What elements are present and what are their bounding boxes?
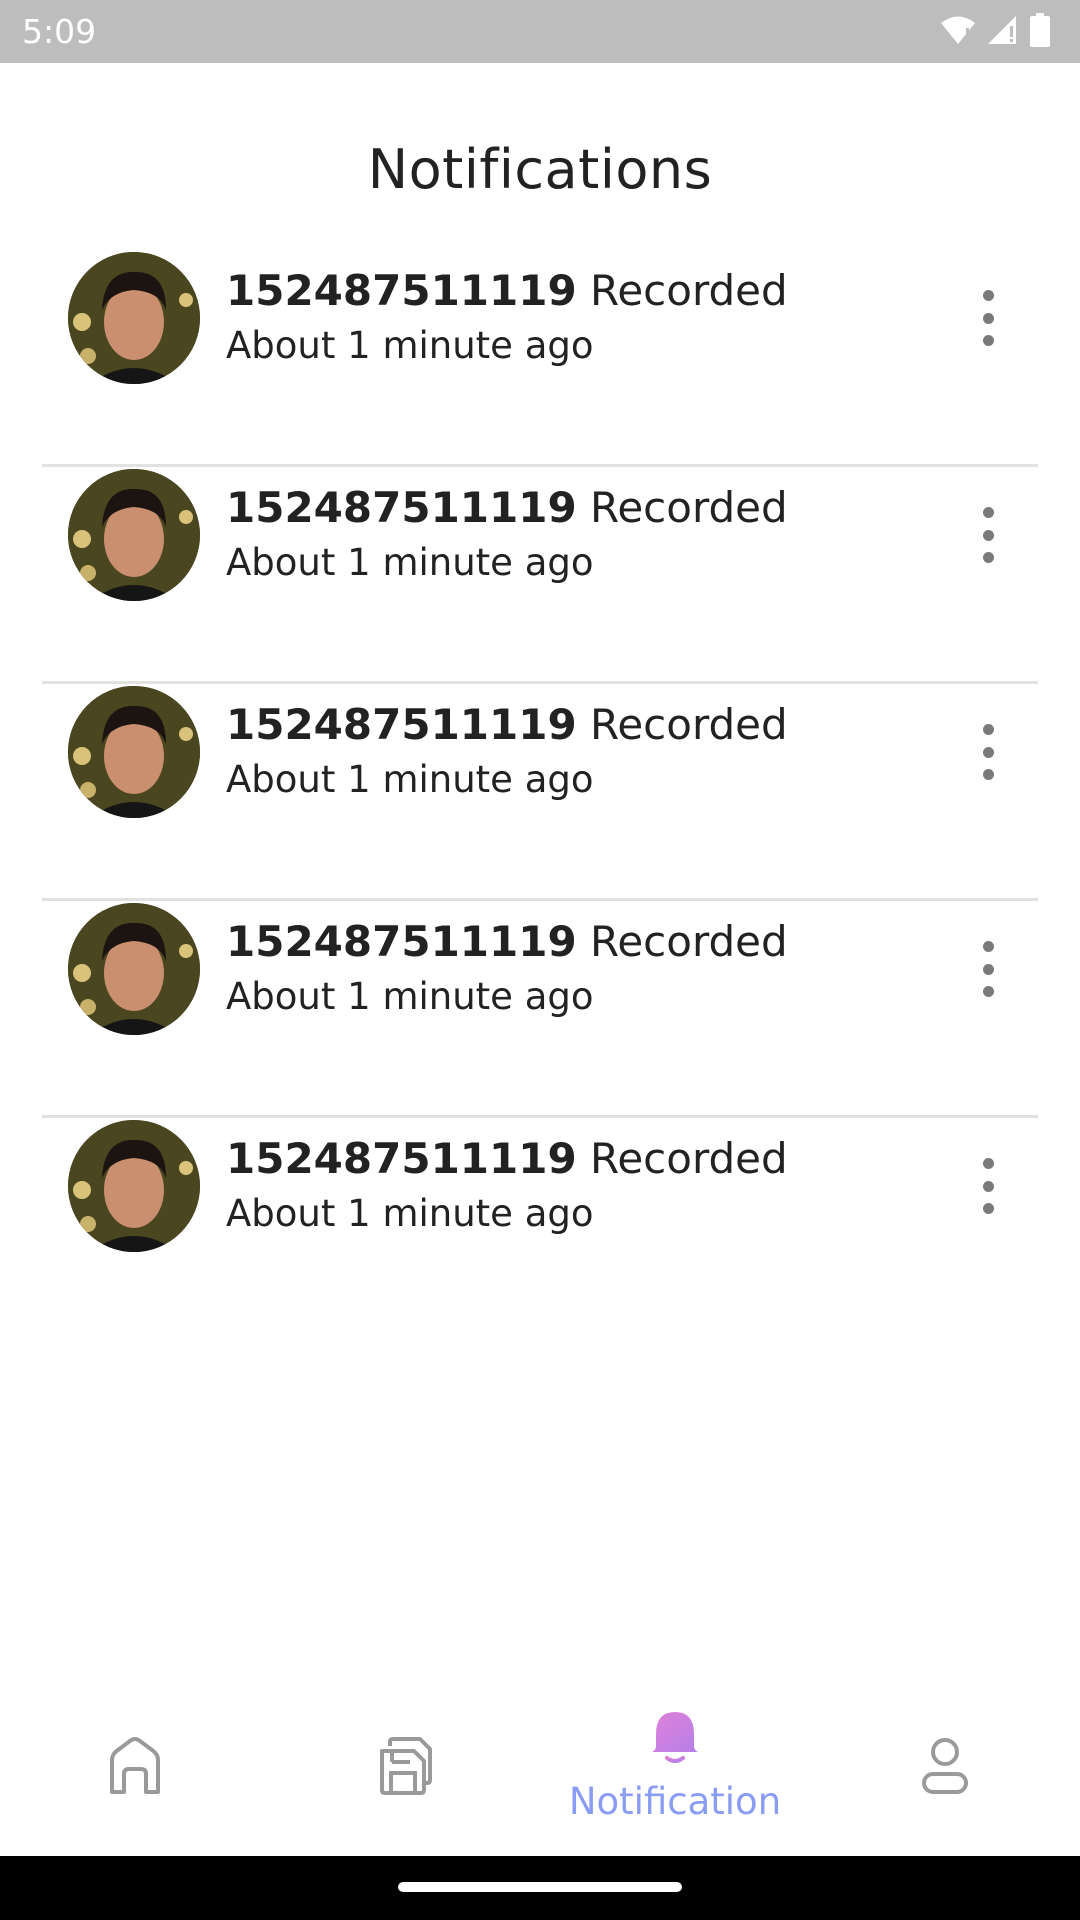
- notification-item[interactable]: 152487511119 Recorded About 1 minute ago: [42, 250, 1038, 467]
- nav-notification-label: Notification: [568, 1780, 782, 1823]
- notification-list: 152487511119 Recorded About 1 minute ago…: [42, 250, 1038, 1332]
- avatar: [68, 903, 200, 1035]
- status-time: 5:09: [22, 12, 97, 51]
- nav-home[interactable]: [0, 1700, 270, 1856]
- record-number: 152487511119: [226, 700, 577, 749]
- avatar: [68, 469, 200, 601]
- nav-profile[interactable]: [810, 1700, 1080, 1856]
- more-options-icon[interactable]: [976, 724, 1000, 780]
- avatar: [68, 252, 200, 384]
- signal-icon: [988, 16, 1016, 44]
- record-number: 152487511119: [226, 1134, 577, 1183]
- notification-time: About 1 minute ago: [226, 1192, 594, 1235]
- system-navigation-bar: [0, 1856, 1080, 1920]
- notification-title: 152487511119 Recorded: [226, 1134, 788, 1183]
- page-title: Notifications: [367, 138, 713, 201]
- notification-action: Recorded: [590, 266, 788, 315]
- notification-action: Recorded: [590, 483, 788, 532]
- notification-time: About 1 minute ago: [226, 758, 594, 801]
- notification-action: Recorded: [590, 1134, 788, 1183]
- home-icon: [110, 1737, 160, 1794]
- record-number: 152487511119: [226, 917, 577, 966]
- more-options-icon[interactable]: [976, 1158, 1000, 1214]
- notification-item[interactable]: 152487511119 Recorded About 1 minute ago: [42, 467, 1038, 684]
- save-icon: [380, 1737, 432, 1795]
- notification-title: 152487511119 Recorded: [226, 483, 788, 532]
- notification-time: About 1 minute ago: [226, 975, 594, 1018]
- notification-item[interactable]: 152487511119 Recorded About 1 minute ago: [42, 684, 1038, 901]
- notification-title: 152487511119 Recorded: [226, 917, 788, 966]
- record-number: 152487511119: [226, 266, 577, 315]
- avatar: [68, 1120, 200, 1252]
- battery-icon: [1030, 13, 1050, 47]
- nav-saved[interactable]: [270, 1700, 540, 1856]
- status-bar: 5:09: [0, 0, 1080, 63]
- bottom-navigation: Notification: [0, 1700, 1080, 1856]
- notification-item[interactable]: 152487511119 Recorded About 1 minute ago: [42, 901, 1038, 1118]
- notification-title: 152487511119 Recorded: [226, 700, 788, 749]
- notification-action: Recorded: [590, 917, 788, 966]
- status-icons: [940, 13, 1050, 47]
- bell-icon: [652, 1712, 698, 1763]
- record-number: 152487511119: [226, 483, 577, 532]
- nav-notification[interactable]: Notification: [540, 1700, 810, 1856]
- more-options-icon[interactable]: [976, 941, 1000, 997]
- notification-time: About 1 minute ago: [226, 541, 594, 584]
- notification-item[interactable]: 152487511119 Recorded About 1 minute ago: [42, 1118, 1038, 1332]
- more-options-icon[interactable]: [976, 507, 1000, 563]
- notification-time: About 1 minute ago: [226, 324, 594, 367]
- avatar: [68, 686, 200, 818]
- notification-title: 152487511119 Recorded: [226, 266, 788, 315]
- home-indicator[interactable]: [398, 1882, 682, 1892]
- more-options-icon[interactable]: [976, 290, 1000, 346]
- notification-action: Recorded: [590, 700, 788, 749]
- profile-icon: [922, 1738, 968, 1794]
- wifi-icon: [941, 16, 975, 44]
